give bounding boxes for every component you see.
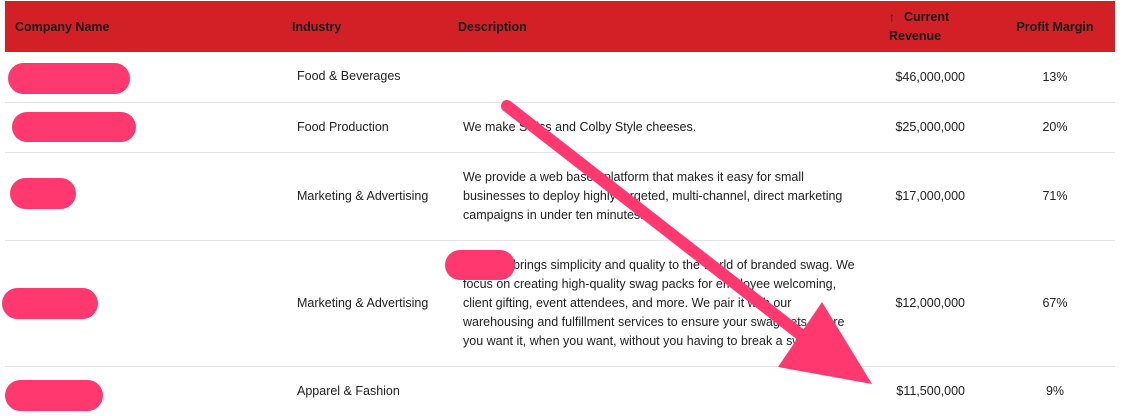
- industry-cell: Food & Beverages: [281, 52, 447, 103]
- redaction-mark: [10, 178, 76, 209]
- table-row[interactable]: Food & Beverages $46,000,000 13%: [5, 52, 1115, 103]
- revenue-cell: $46,000,000: [867, 52, 995, 103]
- industry-cell: Food Production: [281, 102, 447, 153]
- description-cell: We provide a web based platform that mak…: [447, 152, 867, 241]
- revenue-cell: $25,000,000: [867, 102, 995, 153]
- arrow-up-icon: ↑: [889, 9, 895, 24]
- profit-margin-cell: 20%: [995, 102, 1115, 153]
- profit-margin-cell: 9%: [1045, 384, 1065, 399]
- redaction-mark: [5, 380, 103, 411]
- column-header-description[interactable]: Description: [447, 1, 867, 52]
- redaction-mark: [8, 63, 130, 94]
- description-cell: We make Swiss and Colby Style cheeses.: [447, 102, 867, 153]
- table-header-row: Company Name Industry Description ↑ Curre…: [5, 1, 1115, 52]
- description-cell: [447, 366, 867, 416]
- profit-margin-cell: 13%: [995, 52, 1115, 103]
- table-row[interactable]: Marketing & Advertising We provide a web…: [5, 152, 1115, 241]
- redaction-mark: [2, 288, 98, 319]
- companies-table: Company Name Industry Description ↑ Curre…: [5, 1, 1115, 416]
- revenue-cell: $17,000,000: [867, 152, 995, 241]
- redaction-mark: [12, 112, 136, 142]
- table-row[interactable]: Marketing & Advertising brings simplicit…: [5, 240, 1115, 367]
- profit-margin-cell: 71%: [995, 152, 1115, 241]
- revenue-cell: $11,500,000: [896, 384, 965, 399]
- industry-cell: Marketing & Advertising: [281, 240, 447, 367]
- companies-table-container: Company Name Industry Description ↑ Curre…: [5, 1, 1115, 416]
- redaction-mark: [445, 250, 515, 280]
- column-header-company-name[interactable]: Company Name: [5, 1, 281, 52]
- revenue-header-line1: Current: [904, 9, 950, 24]
- column-header-profit-margin[interactable]: Profit Margin: [995, 1, 1115, 52]
- revenue-cell: $12,000,000: [867, 240, 995, 367]
- industry-cell: Marketing & Advertising: [281, 152, 447, 241]
- column-header-current-revenue[interactable]: ↑ Current Revenue: [867, 1, 995, 52]
- industry-cell: Apparel & Fashion: [297, 383, 400, 398]
- description-cell: [447, 52, 867, 103]
- revenue-header-line2: Revenue: [889, 28, 942, 43]
- table-row[interactable]: Apparel & Fashion $11,500,000 9%: [5, 366, 1115, 416]
- column-header-industry[interactable]: Industry: [281, 1, 447, 52]
- profit-margin-cell: 67%: [995, 240, 1115, 367]
- description-text: brings simplicity and quality to the wor…: [463, 257, 855, 348]
- table-row[interactable]: Food Production We make Swiss and Colby …: [5, 102, 1115, 153]
